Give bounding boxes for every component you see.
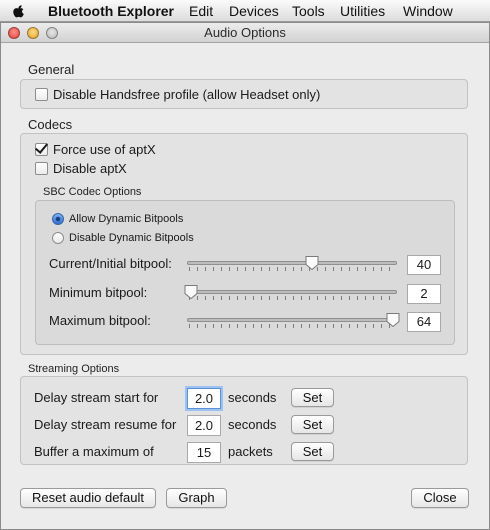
disable-aptx-checkbox[interactable] [35, 162, 48, 175]
codecs-label: Codecs [28, 117, 73, 132]
minimum-bitpool-value[interactable]: 2 [407, 284, 441, 304]
slider-thumb-icon[interactable] [386, 312, 400, 327]
minimum-bitpool-label: Minimum bitpool: [49, 285, 148, 300]
slider-thumb-icon[interactable] [305, 255, 319, 270]
delay-start-unit: seconds [228, 390, 277, 405]
disable-handsfree-label: Disable Handsfree profile (allow Headset… [53, 87, 321, 102]
title-bar[interactable]: Audio Options [1, 23, 489, 43]
slider-track [187, 318, 397, 322]
disable-dynamic-bitpools-radio[interactable] [52, 232, 64, 244]
delay-start-label: Delay stream start for [34, 390, 159, 405]
codecs-group: Force use of aptX Disable aptX SBC Codec… [20, 133, 468, 355]
slider-ticks [189, 267, 395, 271]
window-title: Audio Options [204, 25, 286, 40]
slider-track [187, 290, 397, 294]
disable-handsfree-checkbox-row[interactable]: Disable Handsfree profile (allow Headset… [35, 87, 320, 102]
buffer-max-unit: packets [228, 444, 273, 459]
menu-bar: Bluetooth Explorer Edit Devices Tools Ut… [0, 0, 490, 22]
delay-resume-input[interactable]: 2.0 [187, 415, 221, 436]
reset-audio-default-button[interactable]: Reset audio default [20, 488, 156, 508]
buffer-max-input[interactable]: 15 [187, 442, 221, 463]
audio-options-window: Audio Options General Disable Handsfree … [0, 22, 490, 530]
menu-devices[interactable]: Devices [229, 3, 279, 19]
general-group: Disable Handsfree profile (allow Headset… [20, 79, 468, 109]
sbc-codec-options-label: SBC Codec Options [43, 186, 142, 198]
current-bitpool-slider[interactable] [187, 254, 397, 274]
maximum-bitpool-value[interactable]: 64 [407, 312, 441, 332]
buffer-max-set-button[interactable]: Set [291, 442, 334, 461]
allow-dynamic-bitpools-radio-row[interactable]: Allow Dynamic Bitpools [52, 213, 183, 225]
streaming-options-label: Streaming Options [28, 363, 120, 375]
menu-utilities[interactable]: Utilities [340, 3, 385, 19]
delay-start-set-button[interactable]: Set [291, 388, 334, 407]
general-label: General [28, 62, 75, 77]
graph-button[interactable]: Graph [166, 488, 227, 508]
slider-thumb-icon[interactable] [184, 284, 198, 299]
disable-dynamic-bitpools-radio-row[interactable]: Disable Dynamic Bitpools [52, 232, 194, 244]
current-bitpool-label: Current/Initial bitpool: [49, 256, 172, 271]
disable-aptx-label: Disable aptX [53, 161, 127, 176]
menu-window[interactable]: Window [403, 3, 453, 19]
sbc-codec-group: Allow Dynamic Bitpools Disable Dynamic B… [35, 200, 455, 345]
maximum-bitpool-slider[interactable] [187, 311, 400, 331]
minimum-bitpool-slider[interactable] [184, 283, 397, 303]
buffer-max-label: Buffer a maximum of [34, 444, 154, 459]
menu-edit[interactable]: Edit [189, 3, 213, 19]
disable-handsfree-checkbox[interactable] [35, 88, 48, 101]
close-button[interactable]: Close [411, 488, 469, 508]
slider-ticks [189, 324, 395, 328]
delay-resume-unit: seconds [228, 417, 277, 432]
slider-track [187, 261, 397, 265]
force-aptx-checkbox-row[interactable]: Force use of aptX [35, 142, 156, 157]
delay-start-input[interactable]: 2.0 [187, 388, 221, 409]
allow-dynamic-bitpools-label: Allow Dynamic Bitpools [69, 213, 184, 225]
delay-resume-set-button[interactable]: Set [291, 415, 334, 434]
apple-icon[interactable] [12, 4, 26, 18]
current-bitpool-value[interactable]: 40 [407, 255, 441, 275]
checkmark-icon[interactable] [35, 143, 48, 156]
maximum-bitpool-label: Maximum bitpool: [49, 313, 151, 328]
delay-resume-label: Delay stream resume for [34, 417, 177, 432]
slider-ticks [189, 296, 395, 300]
streaming-options-group: Delay stream start for 2.0 seconds Set D… [20, 376, 468, 465]
allow-dynamic-bitpools-radio[interactable] [52, 213, 64, 225]
force-aptx-label: Force use of aptX [53, 142, 156, 157]
disable-aptx-checkbox-row[interactable]: Disable aptX [35, 161, 127, 176]
menu-tools[interactable]: Tools [292, 3, 325, 19]
disable-dynamic-bitpools-label: Disable Dynamic Bitpools [69, 232, 194, 244]
menu-app-name[interactable]: Bluetooth Explorer [48, 3, 174, 19]
